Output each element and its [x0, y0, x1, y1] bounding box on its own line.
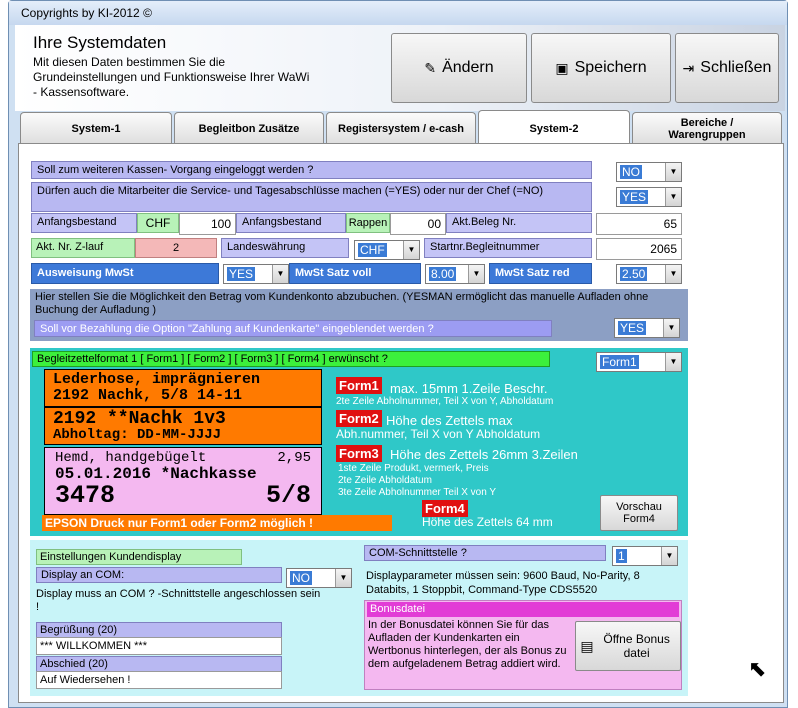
edit-button[interactable]: ✎ Ändern	[391, 33, 527, 103]
zrun-label: Akt. Nr. Z-lauf	[31, 238, 135, 258]
start-label: Startnr.Begleitnummer	[424, 238, 592, 258]
customer-card-select[interactable]: YES ▼	[614, 318, 680, 338]
customer-card-question: Soll vor Bezahlung die Option "Zahlung a…	[34, 320, 552, 337]
bonus-text: In der Bonusdatei können Sie für das Auf…	[368, 619, 567, 670]
vat-red-label: MwSt Satz red	[489, 263, 592, 284]
zrun-value[interactable]: 2	[135, 238, 217, 258]
vat-red-select[interactable]: 2.50 ▼	[616, 264, 682, 284]
form3-text2: 1ste Zeile Produkt, vermerk, Preis	[338, 463, 489, 474]
chevron-down-icon: ▼	[272, 265, 288, 283]
tab-system-2[interactable]: System-2	[478, 110, 630, 146]
login-select[interactable]: NO ▼	[616, 162, 682, 182]
form1-text1: max. 15mm 1.Zeile Beschr.	[390, 381, 548, 396]
save-button-label: Speichern	[574, 59, 647, 76]
chevron-down-icon: ▼	[661, 547, 677, 565]
tab-begleitbon[interactable]: Begleitbon Zusätze	[174, 112, 324, 144]
window-titlebar: Copyrights by KI-2012 ©	[9, 1, 787, 25]
form4-text: Höhe des Zettels 64 mm	[422, 515, 553, 529]
vat-full-label: MwSt Satz voll	[289, 263, 421, 284]
label-format-question: Begleitzettelformat 1 [ Form1 ] [ Form2 …	[32, 351, 550, 367]
display-params: Displayparameter müssen sein: 9600 Baud,…	[366, 570, 640, 596]
form3-text3: 2te Zeile Abholdatum	[338, 475, 432, 486]
tab-system-1[interactable]: System-1	[20, 112, 172, 144]
opening2-label: Anfangsbestand	[236, 213, 346, 233]
receipt-label: Akt.Beleg Nr.	[446, 213, 592, 233]
farewell-label: Abschied (20)	[36, 656, 282, 672]
staff-select[interactable]: YES ▼	[616, 187, 682, 207]
form3-tag: Form3	[336, 445, 382, 462]
chevron-down-icon: ▼	[468, 265, 484, 283]
form2-text1: Höhe des Zettels max	[386, 413, 513, 428]
display-settings-label: Einstellungen Kundendisplay	[36, 549, 242, 565]
chevron-down-icon: ▼	[665, 163, 681, 181]
preview-form4-button[interactable]: Vorschau Form4	[600, 495, 678, 531]
opening-label: Anfangsbestand	[31, 213, 137, 233]
sample-label-form2: 2192 **Nachk 1v3 Abholtag: DD-MM-JJJJ	[44, 407, 322, 445]
chevron-down-icon: ▼	[403, 241, 419, 259]
farewell-input[interactable]: Auf Wiedersehen !	[36, 671, 282, 689]
form3-text1: Höhe des Zettels 26mm 3.Zeilen	[390, 447, 578, 462]
chevron-down-icon: ▼	[665, 265, 681, 283]
header: Ihre Systemdaten Mit diesen Daten bestim…	[15, 25, 785, 111]
window-title: Copyrights by KI-2012 ©	[21, 6, 152, 20]
tab-bereiche[interactable]: Bereiche / Warengruppen	[632, 112, 782, 144]
open-bonus-label: Öffne Bonus datei	[603, 632, 670, 660]
currency-select[interactable]: CHF ▼	[354, 240, 420, 260]
mouse-pointer-icon: ⬉	[748, 656, 767, 681]
chevron-down-icon: ▼	[665, 188, 681, 206]
vat-full-select[interactable]: 8.00 ▼	[425, 264, 485, 284]
edit-button-label: Ändern	[442, 59, 494, 76]
open-bonus-button[interactable]: ▤ Öffne Bonus datei	[575, 621, 681, 671]
bonus-section: Bonusdatei In der Bonusdatei können Sie …	[364, 600, 682, 690]
vat-select[interactable]: YES ▼	[223, 264, 289, 284]
chevron-down-icon: ▼	[663, 319, 679, 337]
greeting-label: Begrüßung (20)	[36, 622, 282, 638]
form1-text2: 2te Zeile Abholnummer, Teil X von Y, Abh…	[336, 396, 554, 407]
opening-input[interactable]: 100	[179, 213, 236, 235]
com-port-label: COM-Schnittstelle ?	[364, 545, 606, 561]
sample-label-form1: Lederhose, imprägnieren 2192 Nachk, 5/8 …	[44, 369, 322, 407]
close-button-label: Schließen	[700, 59, 772, 76]
opening-currency: CHF	[137, 213, 179, 233]
display-com-label: Display an COM:	[36, 567, 282, 583]
login-question: Soll zum weiteren Kassen- Vorgang eingel…	[31, 161, 592, 179]
tab-registersystem[interactable]: Registersystem / e-cash	[326, 112, 476, 144]
opening2-input[interactable]: 00	[390, 213, 446, 235]
bonus-title: Bonusdatei	[367, 602, 679, 617]
page-description: Mit diesen Daten bestimmen Sie die Grund…	[33, 55, 310, 99]
save-button[interactable]: ▣ Speichern	[531, 33, 671, 103]
opening2-currency: Rappen	[346, 213, 390, 233]
edit-icon: ✎	[424, 59, 437, 76]
receipt-input[interactable]: 65	[596, 213, 682, 235]
form1-tag: Form1	[336, 377, 382, 394]
form3-text4: 3te Zeile Abholnummer Teil X von Y	[338, 487, 497, 498]
customer-account-info: Hier stellen Sie die Möglichkeit den Bet…	[35, 291, 649, 316]
start-input[interactable]: 2065	[596, 238, 682, 260]
chevron-down-icon: ▼	[665, 353, 681, 371]
staff-question: Dürfen auch die Mitarbeiter die Service-…	[31, 182, 592, 212]
vat-label: Ausweisung MwSt	[31, 263, 219, 284]
sample-label-form3: Hemd, handgebügelt 2,95 05.01.2016 *Nach…	[44, 447, 322, 515]
epson-note: EPSON Druck nur Form1 oder Form2 möglich…	[42, 515, 392, 531]
com-port-select[interactable]: 1 ▼	[612, 546, 678, 566]
form2-tag: Form2	[336, 410, 382, 427]
display-com-select[interactable]: NO ▼	[286, 568, 352, 588]
chevron-down-icon: ▼	[335, 569, 351, 587]
page-title: Ihre Systemdaten	[33, 33, 167, 52]
label-format-select[interactable]: Form1 ▼	[596, 352, 682, 372]
folder-icon: ▤	[580, 637, 594, 654]
greeting-input[interactable]: *** WILLKOMMEN ***	[36, 637, 282, 655]
display-com-note: Display muss an COM ? -Schnittstelle ang…	[36, 588, 321, 613]
form2-text2: Abh.nummer, Teil X von Y Abholdatum	[336, 427, 541, 441]
close-button[interactable]: ⇥ Schließen	[675, 33, 779, 103]
currency-label: Landeswährung	[221, 238, 349, 258]
close-door-icon: ⇥	[682, 59, 695, 76]
save-icon: ▣	[555, 59, 569, 76]
